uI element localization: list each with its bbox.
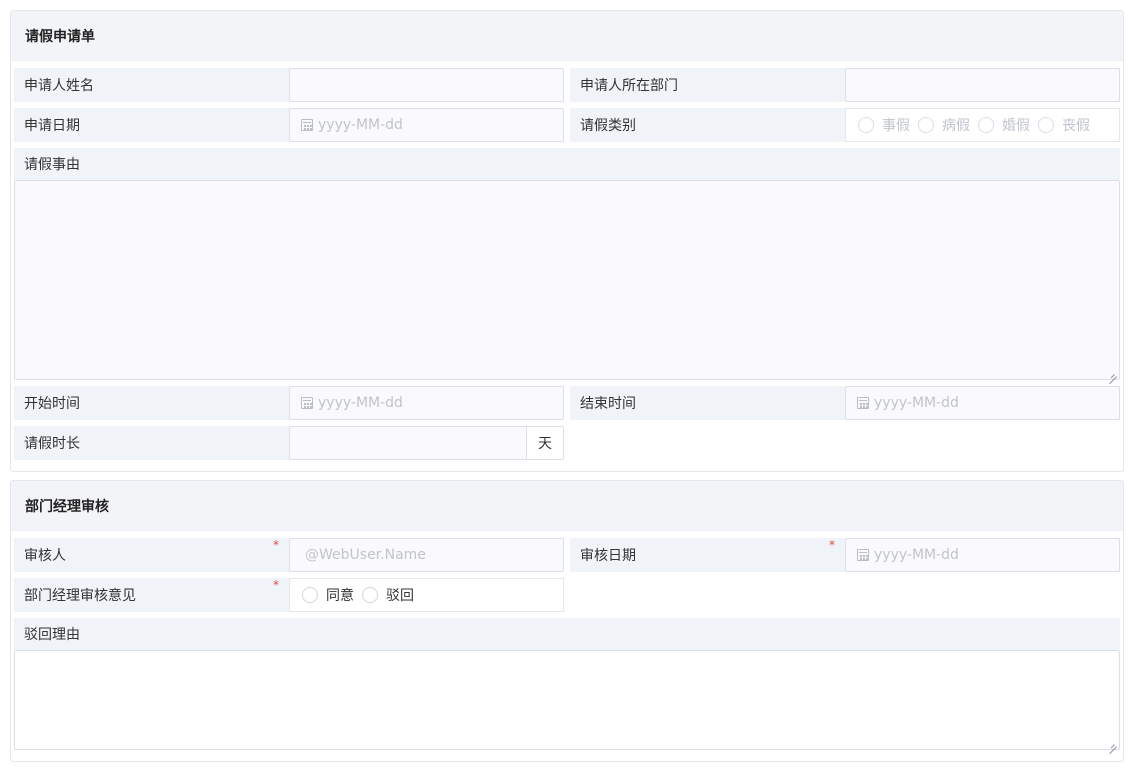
calendar-icon — [857, 549, 869, 561]
leave-request-title: 请假申请单 — [11, 11, 1123, 61]
leave-type-label: 请假类别 — [570, 108, 845, 142]
end-time-placeholder: yyyy-MM-dd — [874, 395, 959, 411]
apply-date-input[interactable]: yyyy-MM-dd — [289, 108, 564, 142]
leave-type-option-label: 丧假 — [1062, 118, 1090, 134]
apply-date-placeholder: yyyy-MM-dd — [318, 117, 403, 133]
leave-type-option-bereavement[interactable]: 丧假 — [1038, 115, 1090, 135]
leave-reason-textarea[interactable] — [14, 180, 1120, 380]
leave-type-radio-group: 事假 病假 婚假 丧假 — [845, 108, 1120, 142]
review-date-placeholder: yyyy-MM-dd — [874, 547, 959, 563]
applicant-name-input[interactable] — [289, 68, 564, 102]
calendar-icon — [301, 119, 313, 131]
opinion-option-approve[interactable]: 同意 — [302, 585, 354, 605]
review-date-input[interactable]: yyyy-MM-dd — [845, 538, 1120, 572]
leave-type-option-marriage[interactable]: 婚假 — [978, 115, 1030, 135]
opinion-option-label: 驳回 — [386, 588, 414, 604]
calendar-icon — [301, 397, 313, 409]
radio-circle-icon[interactable] — [302, 587, 318, 603]
radio-circle-icon[interactable] — [1038, 117, 1054, 133]
start-time-placeholder: yyyy-MM-dd — [318, 395, 403, 411]
duration-input[interactable]: 天 — [289, 426, 564, 460]
reject-reason-label: 驳回理由 — [14, 618, 1120, 650]
leave-type-option-sick[interactable]: 病假 — [918, 115, 970, 135]
duration-unit: 天 — [526, 427, 563, 459]
opinion-option-label: 同意 — [326, 588, 354, 604]
reviewer-input[interactable]: @WebUser.Name — [289, 538, 564, 572]
review-date-label: 审核日期 — [570, 538, 845, 572]
leave-type-option-label: 婚假 — [1002, 118, 1030, 134]
reviewer-placeholder: @WebUser.Name — [305, 547, 426, 563]
applicant-name-label: 申请人姓名 — [14, 68, 289, 102]
applicant-dept-input[interactable] — [845, 68, 1120, 102]
apply-date-label: 申请日期 — [14, 108, 289, 142]
start-time-input[interactable]: yyyy-MM-dd — [289, 386, 564, 420]
resize-grip-icon[interactable] — [1109, 739, 1117, 747]
leave-type-option-label: 病假 — [942, 118, 970, 134]
radio-circle-icon[interactable] — [918, 117, 934, 133]
radio-circle-icon[interactable] — [858, 117, 874, 133]
applicant-dept-label: 申请人所在部门 — [570, 68, 845, 102]
end-time-label: 结束时间 — [570, 386, 845, 420]
resize-grip-icon[interactable] — [1109, 369, 1117, 377]
opinion-radio-group: 同意 驳回 — [289, 578, 564, 612]
opinion-label: 部门经理审核意见 — [14, 578, 289, 612]
manager-review-title: 部门经理审核 — [11, 481, 1123, 531]
radio-circle-icon[interactable] — [362, 587, 378, 603]
calendar-icon — [857, 397, 869, 409]
radio-circle-icon[interactable] — [978, 117, 994, 133]
leave-type-option-label: 事假 — [882, 118, 910, 134]
reject-reason-textarea[interactable] — [14, 650, 1120, 750]
opinion-option-reject[interactable]: 驳回 — [362, 585, 414, 605]
leave-reason-label: 请假事由 — [14, 148, 1120, 180]
leave-type-option-personal[interactable]: 事假 — [858, 115, 910, 135]
duration-label: 请假时长 — [14, 426, 289, 460]
start-time-label: 开始时间 — [14, 386, 289, 420]
end-time-input[interactable]: yyyy-MM-dd — [845, 386, 1120, 420]
reviewer-label: 审核人 — [14, 538, 289, 572]
